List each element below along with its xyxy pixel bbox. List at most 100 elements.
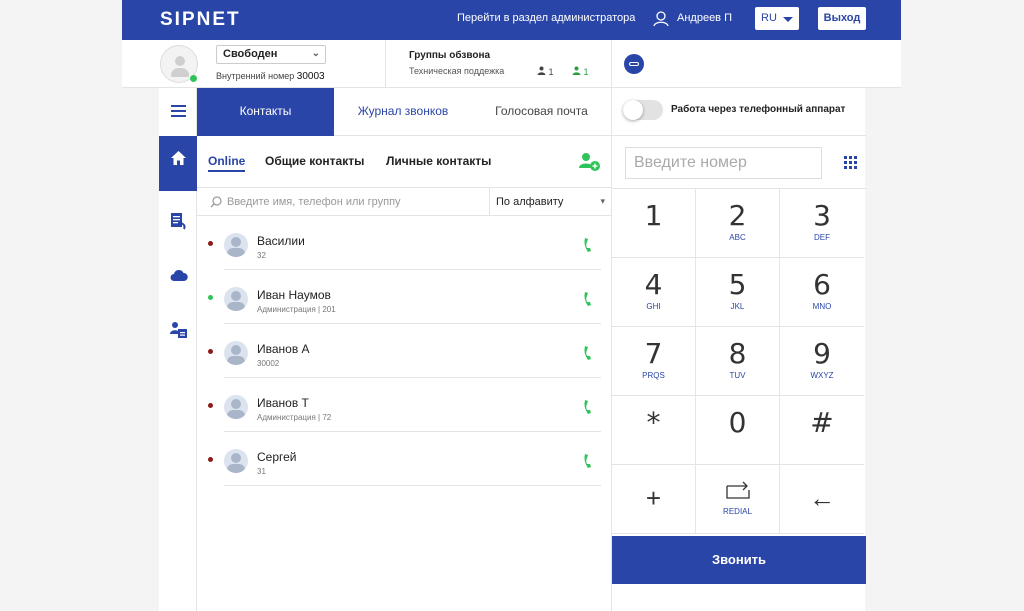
phone-mode-row: Работа через телефонный аппарат xyxy=(612,88,866,136)
dialpad-key[interactable]: 4 GHI xyxy=(612,258,696,327)
redial-icon xyxy=(725,481,750,499)
phone-mode-toggle[interactable] xyxy=(623,100,663,120)
contact-avatar xyxy=(224,233,248,257)
key-digit: 4 xyxy=(644,268,663,301)
contact-search-input[interactable] xyxy=(227,192,487,212)
voicemail-icon xyxy=(629,62,639,66)
subtab-shared-contacts[interactable]: Общие контакты xyxy=(265,154,364,168)
user-name[interactable]: Андреев П xyxy=(677,12,732,24)
contact-row[interactable]: Иванов Т Администрация | 72 xyxy=(197,378,611,432)
admin-link[interactable]: Перейти в раздел администратора xyxy=(457,12,635,24)
dialpad-key[interactable]: 8 TUV xyxy=(696,327,780,396)
contact-details: 32 xyxy=(257,251,266,260)
key-letters: DEF xyxy=(814,233,830,242)
status-select[interactable]: Свободен ⌄ xyxy=(216,45,326,64)
key-letters: WXYZ xyxy=(810,371,834,380)
dialpad-key[interactable]: # xyxy=(780,396,864,465)
top-bar: SIPNET Перейти в раздел администратора А… xyxy=(122,0,901,40)
tab-contacts[interactable]: Контакты xyxy=(197,88,334,136)
user-icon[interactable] xyxy=(652,9,670,27)
phone-call-icon[interactable] xyxy=(583,399,593,415)
search-icon xyxy=(210,196,222,208)
key-letters: TUV xyxy=(729,371,746,380)
voicemail-button[interactable] xyxy=(624,54,644,74)
person-icon xyxy=(537,66,546,75)
language-value: RU xyxy=(761,12,777,24)
contact-row[interactable]: Сергей 31 xyxy=(197,432,611,486)
contact-details: 31 xyxy=(257,467,266,476)
add-contact-icon[interactable] xyxy=(579,152,601,172)
caret-down-icon xyxy=(783,17,793,22)
contact-name: Иван Наумов xyxy=(257,288,331,302)
logout-button[interactable]: Выход xyxy=(818,7,866,30)
contact-row[interactable]: Иван Наумов Администрация | 201 xyxy=(197,270,611,324)
contact-details: Администрация | 201 xyxy=(257,305,336,314)
contact-details: 30002 xyxy=(257,359,280,368)
contact-list: Василии 32 Иван Наумов Администрация | 201 И… xyxy=(197,216,611,486)
groups-title: Группы обзвона xyxy=(409,50,491,61)
phone-call-icon[interactable] xyxy=(583,291,593,307)
call-button[interactable]: Звонить xyxy=(612,536,866,584)
phone-number-input[interactable] xyxy=(625,147,822,179)
key-digit: * xyxy=(646,406,661,439)
key-digit: 1 xyxy=(644,199,663,232)
subtab-online[interactable]: Online xyxy=(208,154,246,172)
phone-call-icon[interactable] xyxy=(583,345,593,361)
sidebar-item-cloud[interactable] xyxy=(159,254,197,298)
subtab-personal-contacts[interactable]: Личные контакты xyxy=(386,154,491,168)
key-letters: ABC xyxy=(729,233,746,242)
sidebar-item-user-settings[interactable] xyxy=(159,307,197,351)
phone-call-icon[interactable] xyxy=(583,453,593,469)
contact-name: Иванов Т xyxy=(257,396,309,410)
contact-details: Администрация | 72 xyxy=(257,413,332,422)
user-card-icon xyxy=(170,322,187,338)
extension-number: 30003 xyxy=(296,71,325,82)
dialpad-key[interactable]: 1 xyxy=(612,189,696,258)
dialpad-key[interactable]: 3 DEF xyxy=(780,189,864,258)
cloud-icon xyxy=(170,269,188,281)
chevron-down-icon: ⌄ xyxy=(311,48,320,59)
sort-value: По алфавиту xyxy=(496,196,564,208)
tab-voicemail[interactable]: Голосовая почта xyxy=(472,88,611,136)
contact-row[interactable]: Иванов А 30002 xyxy=(197,324,611,378)
menu-icon[interactable] xyxy=(171,105,186,117)
redial-key[interactable]: REDIAL xyxy=(696,465,780,534)
dialpad-key[interactable]: 5 JKL xyxy=(696,258,780,327)
plus-key[interactable]: + xyxy=(612,465,696,534)
key-letters: JKL xyxy=(730,302,745,311)
key-letters: GHI xyxy=(646,302,661,311)
dialpad-key[interactable]: 0 xyxy=(696,396,780,465)
search-row: По алфавиту ▾ xyxy=(197,188,611,216)
sort-select[interactable]: По алфавиту ▾ xyxy=(489,188,611,216)
presence-dot xyxy=(208,295,213,300)
logo: SIPNET xyxy=(160,9,241,30)
tab-call-log[interactable]: Журнал звонков xyxy=(334,88,472,136)
dialpad-grid-icon[interactable] xyxy=(844,156,857,169)
document-phone-icon xyxy=(171,213,186,230)
online-status-dot xyxy=(190,75,197,82)
key-digit: 0 xyxy=(728,406,747,439)
dialpad-key[interactable]: 2 ABC xyxy=(696,189,780,258)
presence-dot xyxy=(208,349,213,354)
sidebar-item-documents[interactable] xyxy=(159,198,197,242)
key-digit: 7 xyxy=(644,337,663,370)
backspace-key[interactable]: ← xyxy=(780,465,864,534)
language-select[interactable]: RU xyxy=(755,7,799,30)
presence-dot xyxy=(208,241,213,246)
contact-row[interactable]: Василии 32 xyxy=(197,216,611,270)
key-digit: 6 xyxy=(813,268,831,301)
dialpad: + REDIAL ← 1 2 ABC 3 DEF 4 GHI 5 JKL 6 MNO 7 PRQS 8 TU… xyxy=(612,188,866,536)
sidebar-item-home[interactable] xyxy=(159,136,197,191)
dialpad-key[interactable]: 9 WXYZ xyxy=(780,327,864,396)
dialpad-key[interactable]: * xyxy=(612,396,696,465)
divider xyxy=(224,485,601,486)
status-bar: Свободен ⌄ Внутренний номер 30003 Группы… xyxy=(122,40,901,88)
contact-name: Иванов А xyxy=(257,342,310,356)
phone-call-icon[interactable] xyxy=(583,237,593,253)
dialpad-key[interactable]: 6 MNO xyxy=(780,258,864,327)
contact-name: Василии xyxy=(257,234,305,248)
presence-dot xyxy=(208,403,213,408)
key-digit: 9 xyxy=(813,337,831,370)
groups-subtitle: Техническая поддежка xyxy=(409,66,505,76)
dialpad-key[interactable]: 7 PRQS xyxy=(612,327,696,396)
